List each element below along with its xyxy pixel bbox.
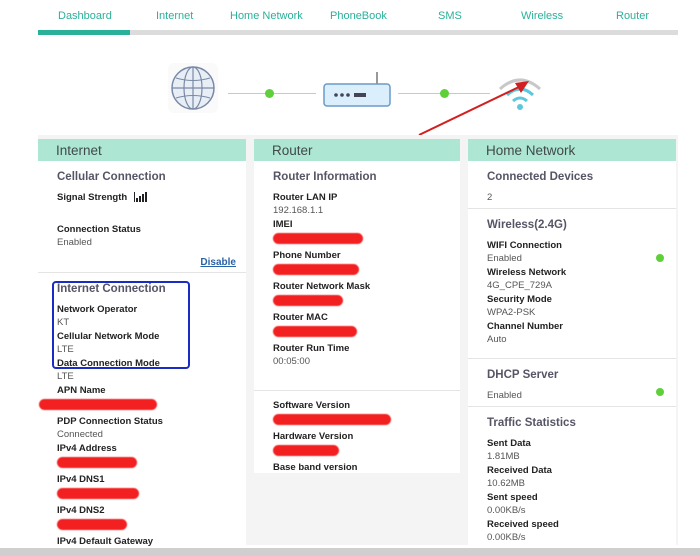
tab-internet[interactable]: Internet <box>156 10 193 22</box>
network-mask-label: Router Network Mask <box>273 281 371 292</box>
security-mode-label: Security Mode <box>487 294 552 305</box>
home-network-panel: Home Network Connected Devices 2 Wireles… <box>468 139 676 549</box>
redacted-value <box>273 445 339 456</box>
run-time-value: 00:05:00 <box>273 356 310 367</box>
dhcp-section: DHCP Server Enabled <box>468 359 676 407</box>
received-data-value: 10.62MB <box>487 478 526 489</box>
apn-name-label: APN Name <box>57 385 106 396</box>
panel-title: Internet <box>38 139 246 161</box>
tab-home-network[interactable]: Home Network <box>230 10 303 22</box>
cellular-connection-section: Cellular Connection Signal Strength Conn… <box>38 161 246 273</box>
section-title: Connected Devices <box>487 171 594 183</box>
redacted-value <box>273 233 363 244</box>
lan-ip-label: Router LAN IP <box>273 192 338 203</box>
redacted-value <box>273 326 357 337</box>
sent-data-label: Sent Data <box>487 438 531 449</box>
received-speed-label: Received speed <box>487 519 559 530</box>
received-speed-value: 0.00KB/s <box>487 532 526 543</box>
data-mode-value: LTE <box>57 371 74 382</box>
bottom-scrollbar[interactable] <box>0 548 700 556</box>
disable-link[interactable]: Disable <box>200 257 236 268</box>
baseband-version-label: Base band version <box>273 462 358 473</box>
hardware-version-label: Hardware Version <box>273 431 354 442</box>
annotation-arrow-icon <box>418 81 529 136</box>
panel-title: Router <box>254 139 460 161</box>
tab-phonebook[interactable]: PhoneBook <box>330 10 387 22</box>
sent-speed-label: Sent speed <box>487 492 538 503</box>
signal-icon <box>133 192 148 206</box>
connection-status-value: Enabled <box>57 237 92 248</box>
phone-number-label: Phone Number <box>273 250 341 261</box>
security-mode-value: WPA2-PSK <box>487 307 536 318</box>
received-data-label: Received Data <box>487 465 552 476</box>
versions-section: Software Version Hardware Version Base b… <box>254 391 460 473</box>
connection-status-label: Connection Status <box>57 224 141 235</box>
dhcp-value: Enabled <box>487 390 522 401</box>
section-title: Cellular Connection <box>57 171 166 183</box>
redacted-value <box>57 519 127 530</box>
sent-speed-value: 0.00KB/s <box>487 505 526 516</box>
sent-data-value: 1.81MB <box>487 451 520 462</box>
pdp-status-label: PDP Connection Status <box>57 416 163 427</box>
tab-dashboard[interactable]: Dashboard <box>58 10 112 22</box>
redacted-value <box>57 457 137 468</box>
wireless-network-value: 4G_CPE_729A <box>487 280 552 291</box>
tab-wireless[interactable]: Wireless <box>521 10 563 22</box>
link-status-dot-1 <box>265 89 274 98</box>
panel-title: Home Network <box>468 139 676 161</box>
section-title: DHCP Server <box>487 369 559 381</box>
router-mac-label: Router MAC <box>273 312 328 323</box>
dhcp-status-dot <box>656 388 664 396</box>
ipv4-gateway-label: IPv4 Default Gateway <box>57 536 154 547</box>
tab-sms[interactable]: SMS <box>438 10 462 22</box>
ipv4-address-label: IPv4 Address <box>57 443 117 454</box>
redacted-value <box>273 295 343 306</box>
wifi-connection-value: Enabled <box>487 253 522 264</box>
signal-strength-label: Signal Strength <box>57 191 246 206</box>
redacted-value <box>39 399 157 410</box>
section-title: Router Information <box>273 171 377 183</box>
ipv4-dns2-label: IPv4 DNS2 <box>57 505 105 516</box>
connected-devices-section: Connected Devices 2 <box>468 161 676 209</box>
lan-ip-value: 192.168.1.1 <box>273 205 324 216</box>
wireless-section: Wireless(2.4G) WIFI Connection Enabled W… <box>468 209 676 359</box>
software-version-label: Software Version <box>273 400 351 411</box>
nav-underline-track <box>38 30 678 35</box>
ipv4-dns1-label: IPv4 DNS1 <box>57 474 105 485</box>
section-title: Wireless(2.4G) <box>487 219 567 231</box>
wifi-status-dot <box>656 254 664 262</box>
redacted-value <box>273 264 359 275</box>
connected-devices-value: 2 <box>487 192 493 203</box>
router-icon <box>323 72 391 107</box>
nav-active-indicator <box>38 30 130 35</box>
annotation-highlight-box <box>52 281 190 369</box>
redacted-value <box>273 414 391 425</box>
connection-diagram <box>0 55 700 136</box>
redacted-value <box>57 488 139 499</box>
run-time-label: Router Run Time <box>273 343 350 354</box>
channel-number-value: Auto <box>487 334 507 345</box>
wifi-connection-label: WIFI Connection <box>487 240 562 251</box>
router-panel: Router Router Information Router LAN IP … <box>254 139 460 473</box>
channel-number-label: Channel Number <box>487 321 564 332</box>
pdp-status-value: Connected <box>57 429 103 440</box>
traffic-section: Traffic Statistics Sent Data 1.81MB Rece… <box>468 407 676 549</box>
wireless-network-label: Wireless Network <box>487 267 567 278</box>
globe-icon <box>168 63 218 113</box>
section-title: Traffic Statistics <box>487 417 576 429</box>
tab-router[interactable]: Router <box>616 10 649 22</box>
router-information-section: Router Information Router LAN IP 192.168… <box>254 161 460 391</box>
imei-label: IMEI <box>273 219 293 230</box>
